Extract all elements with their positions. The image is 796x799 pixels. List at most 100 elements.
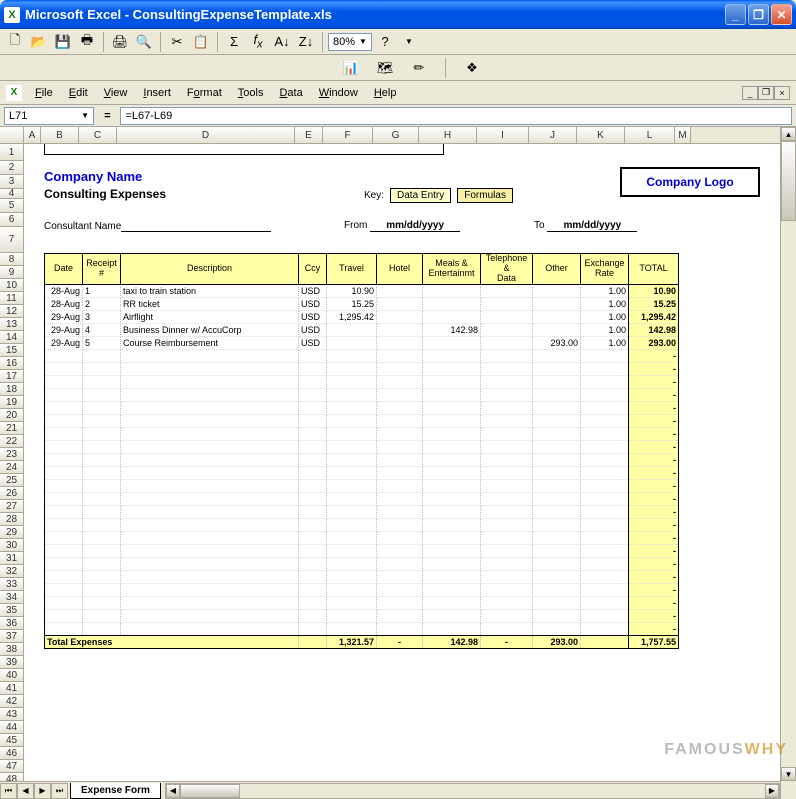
- table-row[interactable]: 29-Aug4Business Dinner w/ AccuCorpUSD142…: [45, 323, 679, 336]
- row-header-27[interactable]: 27: [0, 500, 24, 513]
- tab-nav-first[interactable]: ⏮: [0, 783, 17, 799]
- vertical-scrollbar[interactable]: ▲ ▼: [780, 127, 796, 799]
- row-header-47[interactable]: 47: [0, 760, 24, 773]
- hscroll-thumb[interactable]: [180, 784, 240, 798]
- company-name[interactable]: Company Name: [44, 169, 142, 184]
- table-row[interactable]: -: [45, 388, 679, 401]
- table-row[interactable]: -: [45, 596, 679, 609]
- open-icon[interactable]: 📂: [28, 31, 50, 53]
- row-header-40[interactable]: 40: [0, 669, 24, 682]
- table-header[interactable]: Meals &Entertainmt: [423, 254, 481, 285]
- row-header-32[interactable]: 32: [0, 565, 24, 578]
- row-header-35[interactable]: 35: [0, 604, 24, 617]
- sheet-tab-active[interactable]: Expense Form: [70, 783, 161, 799]
- row-header-14[interactable]: 14: [0, 331, 24, 344]
- table-header[interactable]: TOTAL: [629, 254, 679, 285]
- row-header-30[interactable]: 30: [0, 539, 24, 552]
- vscroll-up-icon[interactable]: ▲: [781, 127, 796, 141]
- menu-edit[interactable]: Edit: [62, 85, 95, 101]
- to-date-field[interactable]: mm/dd/yyyy: [547, 220, 637, 232]
- tab-nav-prev[interactable]: ◀: [17, 783, 34, 799]
- table-row[interactable]: 29-Aug5Course ReimbursementUSD293.001.00…: [45, 336, 679, 349]
- table-row[interactable]: -: [45, 466, 679, 479]
- table-row[interactable]: 28-Aug2RR ticketUSD15.251.0015.25: [45, 297, 679, 310]
- row-header-20[interactable]: 20: [0, 409, 24, 422]
- table-header[interactable]: Travel: [327, 254, 377, 285]
- col-header-A[interactable]: A: [24, 127, 41, 143]
- table-row[interactable]: -: [45, 609, 679, 622]
- row-header-11[interactable]: 11: [0, 292, 24, 305]
- row-header-39[interactable]: 39: [0, 656, 24, 669]
- table-row[interactable]: -: [45, 505, 679, 518]
- row-header-36[interactable]: 36: [0, 617, 24, 630]
- row-header-33[interactable]: 33: [0, 578, 24, 591]
- worksheet-grid[interactable]: ABCDEFGHIJKLM 12345678910111213141516171…: [0, 127, 796, 799]
- subtitle[interactable]: Consulting Expenses: [44, 187, 166, 201]
- row-header-31[interactable]: 31: [0, 552, 24, 565]
- table-row[interactable]: -: [45, 557, 679, 570]
- row-header-7[interactable]: 7: [0, 227, 24, 253]
- chart-icon[interactable]: 📊: [340, 57, 362, 79]
- col-header-G[interactable]: G: [373, 127, 419, 143]
- row-header-16[interactable]: 16: [0, 357, 24, 370]
- row-header-46[interactable]: 46: [0, 747, 24, 760]
- consultant-name-field[interactable]: [121, 220, 271, 232]
- row-header-12[interactable]: 12: [0, 305, 24, 318]
- table-row[interactable]: -: [45, 427, 679, 440]
- col-header-C[interactable]: C: [79, 127, 117, 143]
- table-row[interactable]: -: [45, 544, 679, 557]
- tool-icon[interactable]: ❖: [461, 57, 483, 79]
- maximize-button[interactable]: ❐: [748, 4, 769, 25]
- tab-nav-last[interactable]: ⏭: [51, 783, 68, 799]
- menu-data[interactable]: Data: [272, 85, 309, 101]
- cut-icon[interactable]: ✂: [166, 31, 188, 53]
- hscroll-right-icon[interactable]: ▶: [765, 784, 779, 798]
- row-header-45[interactable]: 45: [0, 734, 24, 747]
- vscroll-thumb[interactable]: [781, 141, 796, 221]
- row-header-4[interactable]: 4: [0, 189, 24, 199]
- table-header[interactable]: Hotel: [377, 254, 423, 285]
- sort-asc-icon[interactable]: A↓: [271, 31, 293, 53]
- row-header-34[interactable]: 34: [0, 591, 24, 604]
- dropdown-icon[interactable]: ▼: [398, 31, 420, 53]
- autosum-icon[interactable]: Σ: [223, 31, 245, 53]
- expense-table[interactable]: DateReceipt #DescriptionCcyTravelHotelMe…: [44, 253, 679, 649]
- row-header-21[interactable]: 21: [0, 422, 24, 435]
- row-header-18[interactable]: 18: [0, 383, 24, 396]
- row-header-13[interactable]: 13: [0, 318, 24, 331]
- formula-input[interactable]: =L67-L69: [120, 107, 792, 125]
- row-header-3[interactable]: 3: [0, 175, 24, 189]
- row-header-17[interactable]: 17: [0, 370, 24, 383]
- menu-insert[interactable]: Insert: [136, 85, 178, 101]
- from-date-field[interactable]: mm/dd/yyyy: [370, 220, 460, 232]
- table-row[interactable]: 28-Aug1taxi to train stationUSD10.901.00…: [45, 284, 679, 297]
- row-header-15[interactable]: 15: [0, 344, 24, 357]
- mdi-restore[interactable]: ❐: [758, 86, 774, 100]
- table-header[interactable]: Telephone &Data: [481, 254, 533, 285]
- menu-help[interactable]: Help: [367, 85, 404, 101]
- col-header-L[interactable]: L: [625, 127, 675, 143]
- row-header-1[interactable]: 1: [0, 144, 24, 161]
- menu-file[interactable]: File: [28, 85, 60, 101]
- help-icon[interactable]: ?: [374, 31, 396, 53]
- menu-view[interactable]: View: [97, 85, 135, 101]
- cells-area[interactable]: Company Name Consulting Expenses Company…: [24, 144, 780, 799]
- row-header-37[interactable]: 37: [0, 630, 24, 643]
- table-row[interactable]: -: [45, 453, 679, 466]
- menu-format[interactable]: Format: [180, 85, 229, 101]
- col-header-H[interactable]: H: [419, 127, 477, 143]
- new-icon[interactable]: 🗋: [4, 31, 26, 53]
- row-header-29[interactable]: 29: [0, 526, 24, 539]
- row-header-26[interactable]: 26: [0, 487, 24, 500]
- row-headers[interactable]: 1234567891011121314151617181920212223242…: [0, 144, 24, 799]
- col-header-F[interactable]: F: [323, 127, 373, 143]
- table-row[interactable]: -: [45, 362, 679, 375]
- select-all-corner[interactable]: [0, 127, 24, 144]
- table-row[interactable]: -: [45, 492, 679, 505]
- col-header-J[interactable]: J: [529, 127, 577, 143]
- function-icon[interactable]: fx: [247, 31, 269, 53]
- row-header-44[interactable]: 44: [0, 721, 24, 734]
- print-icon[interactable]: 🖶: [76, 31, 98, 53]
- table-header[interactable]: Ccy: [299, 254, 327, 285]
- col-header-B[interactable]: B: [41, 127, 79, 143]
